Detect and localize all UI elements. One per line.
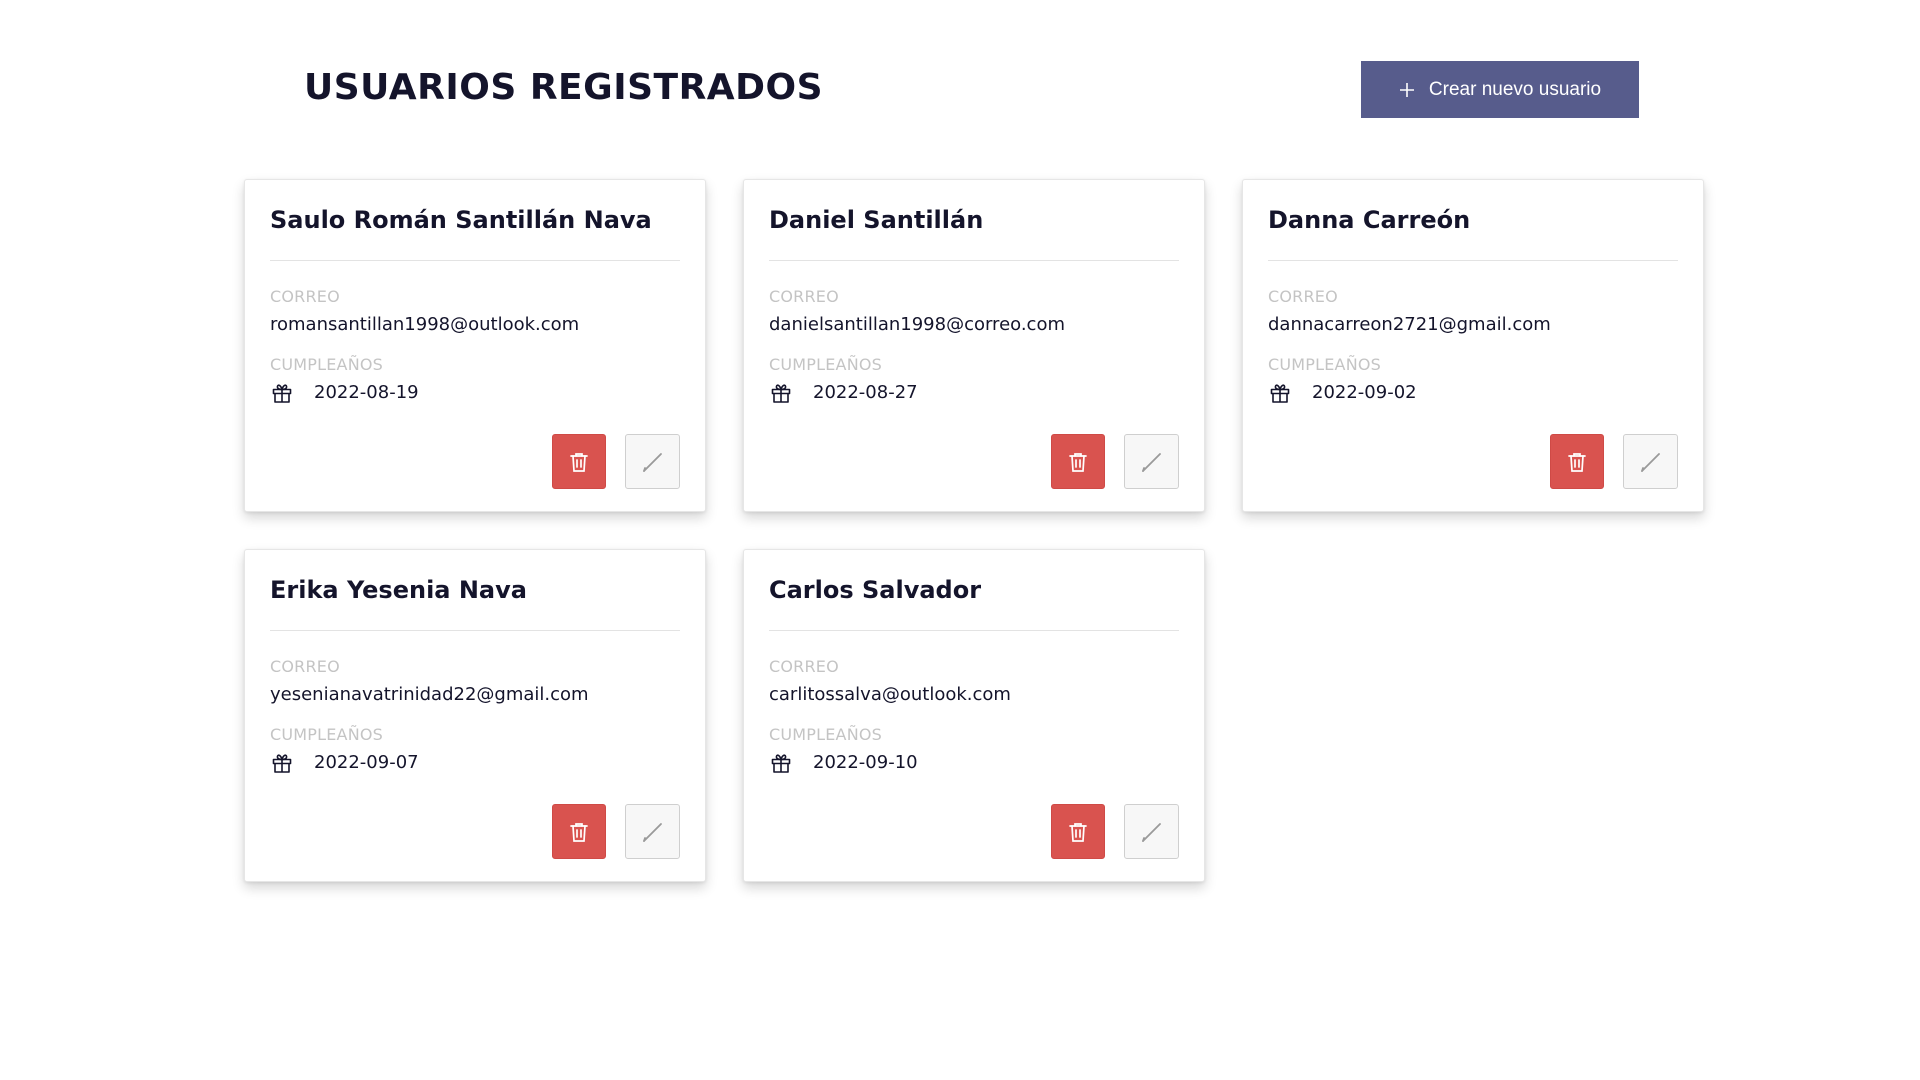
delete-button[interactable]	[1051, 434, 1105, 489]
pencil-icon	[1140, 820, 1164, 844]
plus-icon	[1399, 82, 1415, 98]
user-card: Erika Yesenia Nava CORREO yesenianavatri…	[244, 549, 706, 882]
pencil-icon	[641, 820, 665, 844]
card-actions	[1550, 434, 1678, 489]
delete-button[interactable]	[1051, 804, 1105, 859]
user-card: Daniel Santillán CORREO danielsantillan1…	[743, 179, 1205, 512]
card-actions	[1051, 434, 1179, 489]
email-label: CORREO	[1268, 287, 1338, 306]
user-name: Saulo Román Santillán Nava	[270, 206, 652, 234]
card-actions	[552, 804, 680, 859]
edit-button[interactable]	[1124, 804, 1179, 859]
page-header: USUARIOS REGISTRADOS Crear nuevo usuario	[0, 0, 1920, 140]
trash-icon	[569, 821, 589, 843]
edit-button[interactable]	[1623, 434, 1678, 489]
trash-icon	[1068, 821, 1088, 843]
delete-button[interactable]	[1550, 434, 1604, 489]
birthday-label: CUMPLEAÑOS	[270, 355, 384, 374]
user-email: carlitossalva@outlook.com	[769, 684, 1011, 705]
birthday-label: CUMPLEAÑOS	[1268, 355, 1382, 374]
email-label: CORREO	[270, 657, 340, 676]
trash-icon	[1567, 451, 1587, 473]
user-email: romansantillan1998@outlook.com	[270, 314, 580, 335]
user-birthday: 2022-09-02	[1312, 382, 1417, 403]
trash-icon	[569, 451, 589, 473]
gift-icon	[1268, 381, 1292, 405]
pencil-icon	[1140, 450, 1164, 474]
edit-button[interactable]	[625, 434, 680, 489]
birthday-row: 2022-08-27	[769, 381, 1179, 405]
user-card: Carlos Salvador CORREO carlitossalva@out…	[743, 549, 1205, 882]
divider	[270, 260, 680, 261]
user-birthday: 2022-09-07	[314, 752, 419, 773]
pencil-icon	[641, 450, 665, 474]
birthday-row: 2022-09-07	[270, 751, 680, 775]
user-email: danielsantillan1998@correo.com	[769, 314, 1065, 335]
user-email: yesenianavatrinidad22@gmail.com	[270, 684, 589, 705]
edit-button[interactable]	[625, 804, 680, 859]
birthday-row: 2022-09-10	[769, 751, 1179, 775]
email-label: CORREO	[769, 657, 839, 676]
user-birthday: 2022-09-10	[813, 752, 918, 773]
user-name: Danna Carreón	[1268, 206, 1471, 234]
user-birthday: 2022-08-27	[813, 382, 918, 403]
gift-icon	[270, 751, 294, 775]
gift-icon	[270, 381, 294, 405]
birthday-label: CUMPLEAÑOS	[769, 355, 883, 374]
page-title: USUARIOS REGISTRADOS	[304, 67, 824, 108]
create-user-label: Crear nuevo usuario	[1428, 78, 1602, 100]
email-label: CORREO	[769, 287, 839, 306]
card-actions	[552, 434, 680, 489]
divider	[769, 630, 1179, 631]
gift-icon	[769, 751, 793, 775]
email-label: CORREO	[270, 287, 340, 306]
user-card: Danna Carreón CORREO dannacarreon2721@gm…	[1242, 179, 1704, 512]
users-page: USUARIOS REGISTRADOS Crear nuevo usuario…	[0, 0, 1920, 1080]
birthday-label: CUMPLEAÑOS	[270, 725, 384, 744]
birthday-label: CUMPLEAÑOS	[769, 725, 883, 744]
divider	[1268, 260, 1678, 261]
birthday-row: 2022-09-02	[1268, 381, 1678, 405]
card-actions	[1051, 804, 1179, 859]
trash-icon	[1068, 451, 1088, 473]
user-name: Daniel Santillán	[769, 206, 984, 234]
delete-button[interactable]	[552, 804, 606, 859]
pencil-icon	[1639, 450, 1663, 474]
delete-button[interactable]	[552, 434, 606, 489]
user-name: Carlos Salvador	[769, 576, 982, 604]
birthday-row: 2022-08-19	[270, 381, 680, 405]
user-birthday: 2022-08-19	[314, 382, 419, 403]
user-card-grid: Saulo Román Santillán Nava CORREO romans…	[244, 179, 1704, 882]
edit-button[interactable]	[1124, 434, 1179, 489]
user-name: Erika Yesenia Nava	[270, 576, 527, 604]
divider	[270, 630, 680, 631]
gift-icon	[769, 381, 793, 405]
user-email: dannacarreon2721@gmail.com	[1268, 314, 1551, 335]
divider	[769, 260, 1179, 261]
user-card: Saulo Román Santillán Nava CORREO romans…	[244, 179, 706, 512]
create-user-button[interactable]: Crear nuevo usuario	[1361, 61, 1639, 118]
